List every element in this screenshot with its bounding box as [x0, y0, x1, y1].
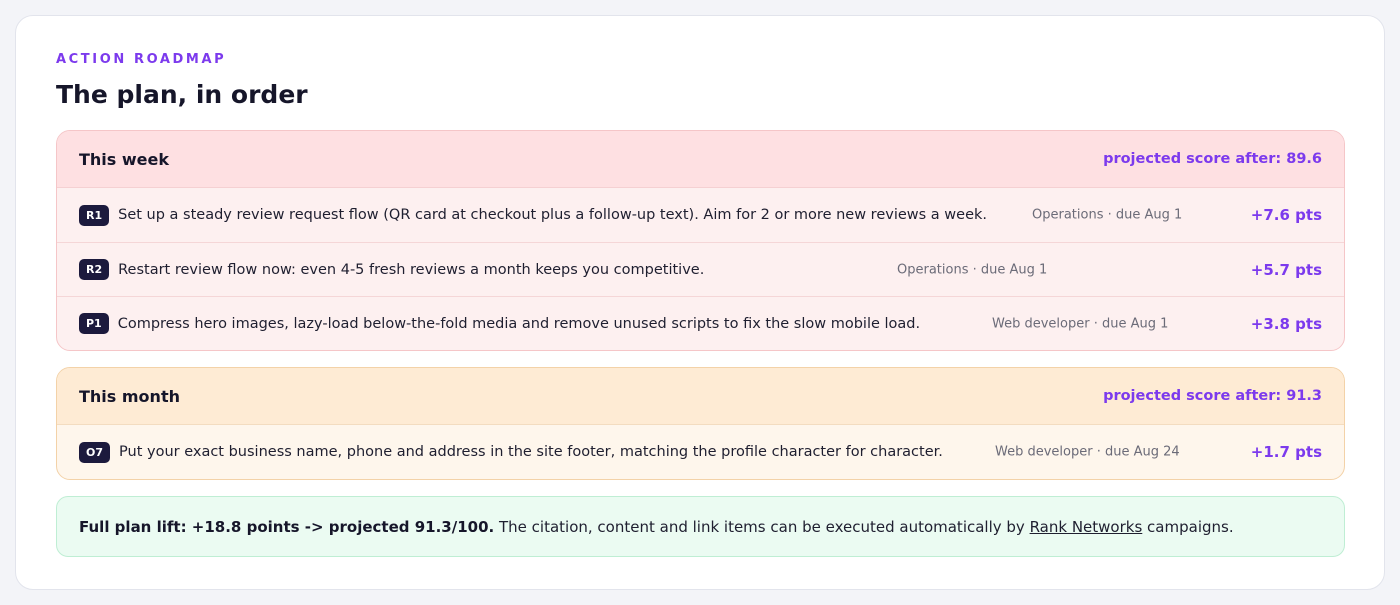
summary-lift: Full plan lift: +18.8 points -> projecte…	[79, 517, 495, 536]
item-text: Put your exact business name, phone and …	[119, 444, 943, 460]
item-points: +5.7 pts	[1250, 260, 1322, 279]
rank-networks-link[interactable]: Rank Networks	[1030, 518, 1143, 536]
item-meta: Operations · due Aug 1	[1032, 207, 1183, 223]
section-name: This month	[79, 386, 180, 406]
item-meta: Operations · due Aug 1	[897, 262, 1048, 277]
section-header: This week projected score after: 89.6	[57, 131, 1344, 188]
item-text: Set up a steady review request flow (QR …	[118, 207, 987, 223]
list-item: O7 Put your exact business name, phone a…	[57, 425, 1344, 479]
action-roadmap-card: ACTION ROADMAP The plan, in order This w…	[15, 15, 1385, 590]
projected-score: projected score after: 91.3	[1103, 388, 1322, 404]
item-tag: P1	[79, 313, 109, 334]
list-item: R2 Restart review flow now: even 4-5 fre…	[57, 242, 1344, 296]
item-tag: O7	[79, 441, 111, 463]
summary-text-end: campaigns.	[1142, 517, 1234, 536]
item-points: +3.8 pts	[1250, 314, 1322, 333]
item-points: +1.7 pts	[1250, 443, 1322, 461]
list-item: R1 Set up a steady review request flow (…	[57, 188, 1344, 242]
item-tag: R1	[79, 204, 110, 226]
item-points: +7.6 pts	[1250, 206, 1322, 224]
summary-text: The citation, content and link items can…	[494, 517, 1030, 536]
section-this-month: This month projected score after: 91.3 O…	[56, 367, 1345, 480]
item-text: Restart review flow now: even 4-5 fresh …	[118, 261, 705, 278]
item-tag: R2	[79, 259, 110, 280]
section-this-week: This week projected score after: 89.6 R1…	[56, 130, 1345, 351]
section-eyebrow: ACTION ROADMAP	[56, 52, 227, 67]
section-header: This month projected score after: 91.3	[57, 368, 1344, 425]
page-title: The plan, in order	[56, 80, 308, 109]
section-name: This week	[79, 149, 170, 169]
plan-summary: Full plan lift: +18.8 points -> projecte…	[56, 496, 1345, 557]
item-text: Compress hero images, lazy-load below-th…	[117, 315, 921, 332]
item-meta: Web developer · due Aug 24	[995, 444, 1180, 460]
list-item: P1 Compress hero images, lazy-load below…	[57, 296, 1344, 350]
projected-score: projected score after: 89.6	[1103, 151, 1322, 167]
item-meta: Web developer · due Aug 1	[992, 316, 1169, 331]
